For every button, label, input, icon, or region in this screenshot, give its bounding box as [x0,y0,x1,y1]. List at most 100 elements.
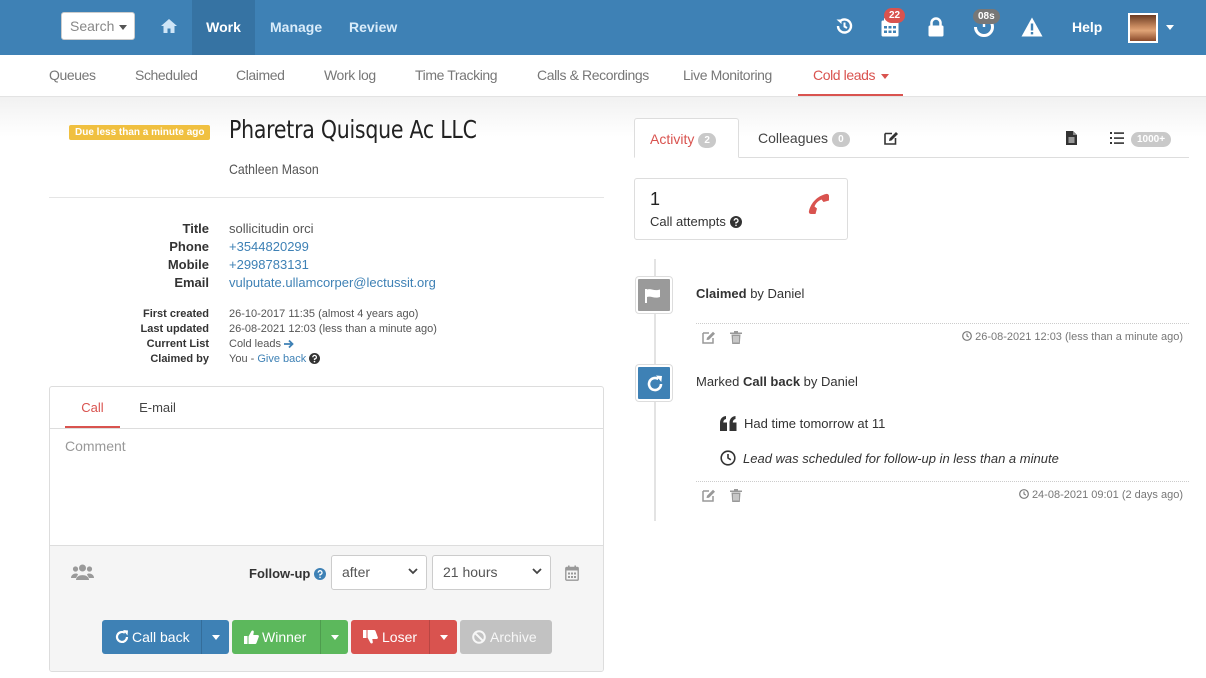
claimed-by-text: You - [229,353,258,365]
compose-footer: Follow-up after 21 hours Call back Winne… [50,545,603,671]
call-back-button[interactable]: Call back [102,620,229,654]
edit-note-icon[interactable] [884,131,899,145]
nav-manage[interactable]: Manage [270,0,322,55]
chevron-down-icon[interactable] [1166,25,1174,30]
archive-button[interactable]: Archive [460,620,552,654]
document-icon[interactable] [1066,131,1077,145]
timeline-node-claimed [636,277,672,313]
winner-button[interactable]: Winner [232,620,348,654]
event-callback-note: Lead was scheduled for follow-up in less… [720,450,1059,466]
phone-label: Phone [169,239,209,254]
question-circle-icon[interactable] [729,216,742,228]
trash-icon[interactable] [729,489,742,503]
event-callback-quote-text: Had time tomorrow at 11 [744,416,886,431]
phone-icon [807,192,831,216]
subnav-cold-leads[interactable]: Cold leads [798,55,903,96]
give-back-link[interactable]: Give back [257,353,306,365]
list-count-badge: 1000+ [1131,132,1172,147]
followup-mode-select[interactable]: after [331,555,427,590]
claimed-by-label: Claimed by [150,353,209,365]
nav-work[interactable]: Work [192,0,255,55]
event-claimed-time: 26-08-2021 12:03 (less than a minute ago… [962,331,1183,343]
mobile-label: Mobile [167,257,209,272]
contact-name: Cathleen Mason [229,161,319,177]
event-callback-note-text: Lead was scheduled for follow-up in less… [743,451,1059,466]
history-icon[interactable] [834,16,854,36]
event-callback: Marked Call back by Daniel [696,374,858,389]
arrow-right-icon[interactable] [284,339,294,349]
question-circle-icon[interactable] [314,568,326,580]
subnav-claimed[interactable]: Claimed [236,55,285,96]
mobile-link[interactable]: +2998783131 [229,257,309,272]
first-created-label: First created [142,308,209,320]
search-label: Search [70,18,115,34]
nav-review[interactable]: Review [349,0,397,55]
comment-input[interactable] [50,429,603,545]
tab-email[interactable]: E-mail [135,387,180,428]
call-attempts-count: 1 [650,189,661,209]
chevron-down-icon [881,73,890,79]
clock-icon [720,450,736,466]
followup-amount-select[interactable]: 21 hours [432,555,551,590]
subnav-scheduled[interactable]: Scheduled [135,55,198,96]
compose-panel: Call E-mail Follow-up after 21 hours Cal… [49,386,604,672]
chevron-down-icon [119,25,127,30]
event-separator [696,481,1189,482]
event-separator [696,323,1189,324]
event-callback-time-text: 24-08-2021 09:01 (2 days ago) [1031,489,1183,501]
warning-icon[interactable] [1021,17,1043,37]
event-callback-quote: Had time tomorrow at 11 [720,416,885,431]
subnav-calls-recordings[interactable]: Calls & Recordings [537,55,649,96]
edit-icon[interactable] [702,331,716,344]
event-callback-actor: by Daniel [800,374,858,389]
loser-button[interactable]: Loser [351,620,457,654]
call-attempts-label-text: Call attempts [650,214,726,229]
followup-label: Follow-up [249,566,326,581]
subnav-time-tracking[interactable]: Time Tracking [415,55,498,96]
home-icon[interactable] [161,19,177,33]
loser-dropdown-toggle[interactable] [429,620,457,654]
search-dropdown[interactable]: Search [61,12,135,40]
user-avatar[interactable] [1128,13,1158,43]
subnav-work-log[interactable]: Work log [324,55,376,96]
quote-icon [720,416,737,431]
divider [49,197,604,198]
event-claimed-action: Claimed [696,286,747,301]
email-label: Email [174,275,209,290]
tab-call[interactable]: Call [65,387,120,428]
winner-dropdown-toggle[interactable] [320,620,348,654]
edit-icon[interactable] [702,489,716,502]
call-attempts-card: 1 Call attempts [634,178,848,240]
subnav-live-monitoring[interactable]: Live Monitoring [683,55,772,96]
list-icon[interactable] [1110,132,1124,144]
tab-activity-label: Activity [650,131,695,147]
event-callback-time: 24-08-2021 09:01 (2 days ago) [1019,489,1183,501]
loser-label: Loser [382,629,418,645]
lock-icon[interactable] [928,17,944,37]
followup-amount-value: 21 hours [443,564,498,580]
current-list-label: Current List [146,338,209,350]
call-back-dropdown-toggle[interactable] [201,620,229,654]
ban-icon [472,630,486,644]
phone-link[interactable]: +3544820299 [229,239,309,254]
refresh-icon [647,375,663,392]
calendar-icon[interactable] [565,565,579,581]
email-link[interactable]: vulputate.ullamcorper@lectussit.org [229,275,436,290]
claimed-by-value: You - Give back [229,353,321,365]
current-list-value: Cold leads [229,338,294,350]
event-claimed: Claimed by Daniel [696,286,804,301]
followup-mode-value: after [342,564,371,580]
subnav-queues[interactable]: Queues [49,55,96,96]
chevron-down-icon [532,568,542,575]
question-circle-icon[interactable] [309,353,321,364]
help-link[interactable]: Help [1072,0,1102,55]
event-tools [702,329,752,345]
timeline-node-callback [636,365,672,401]
event-claimed-actor: by Daniel [746,286,805,301]
tab-activity[interactable]: Activity 2 [634,118,739,158]
subnav-cold-leads-label: Cold leads [813,67,876,83]
trash-icon[interactable] [729,331,742,345]
tab-colleagues[interactable]: Colleagues 0 [758,118,850,158]
event-callback-prefix: Marked [696,374,743,389]
users-icon[interactable] [71,564,94,580]
